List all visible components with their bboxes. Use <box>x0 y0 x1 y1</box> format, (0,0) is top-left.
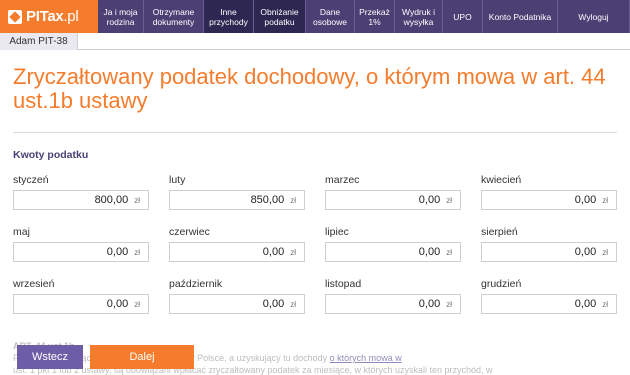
month-label: sierpień <box>481 226 518 238</box>
nav-item-otrzymane-dokumenty[interactable]: Otrzymane dokumenty <box>144 0 204 33</box>
amount-input-wrzesień[interactable]: 0,00 zł <box>13 294 149 314</box>
legal-text-line2: ust. 1 pkt 1 lub 2 ustawy, są obowiązani… <box>13 365 493 375</box>
month-field-grudzień: grudzień 0,00 zł <box>481 278 617 314</box>
amount-value: 0,00 <box>106 298 129 310</box>
amount-value: 850,00 <box>250 194 285 206</box>
amount-value: 0,00 <box>418 194 441 206</box>
amount-value: 0,00 <box>262 298 285 310</box>
user-tab-adam-pit38[interactable]: Adam PIT-38 <box>0 33 78 50</box>
month-field-listopad: listopad 0,00 zł <box>325 278 461 314</box>
currency-unit: zł <box>602 299 608 309</box>
currency-unit: zł <box>446 247 452 257</box>
user-tabs-bar: Adam PIT-38 <box>0 33 630 50</box>
month-field-marzec: marzec 0,00 zł <box>325 174 461 210</box>
amount-input-grudzień[interactable]: 0,00 zł <box>481 294 617 314</box>
amount-input-luty[interactable]: 850,00 zł <box>169 190 305 210</box>
month-label: listopad <box>325 278 362 290</box>
amount-value: 0,00 <box>574 246 597 258</box>
nav-item-wyloguj[interactable]: Wyloguj <box>558 0 630 33</box>
currency-unit: zł <box>290 299 296 309</box>
month-field-październik: październik 0,00 zł <box>169 278 305 314</box>
currency-unit: zł <box>134 195 140 205</box>
month-label: luty <box>169 174 186 186</box>
currency-unit: zł <box>446 195 452 205</box>
pitax-logo[interactable]: PITax.pl <box>0 0 98 33</box>
month-label: kwiecień <box>481 174 522 186</box>
amount-input-maj[interactable]: 0,00 zł <box>13 242 149 262</box>
amount-input-sierpień[interactable]: 0,00 zł <box>481 242 617 262</box>
amount-value: 0,00 <box>574 194 597 206</box>
month-row: styczeń 800,00 zł luty 850,00 zł marzec 0,00 zł k… <box>13 174 617 210</box>
logo-text: PITax.pl <box>26 8 79 25</box>
amount-input-lipiec[interactable]: 0,00 zł <box>325 242 461 262</box>
currency-unit: zł <box>290 195 296 205</box>
amount-value: 800,00 <box>94 194 129 206</box>
month-field-kwiecień: kwiecień 0,00 zł <box>481 174 617 210</box>
nav-item-konto-podatnika[interactable]: Konto Podatnika <box>483 0 558 33</box>
legal-link[interactable]: o których mowa w <box>330 353 402 363</box>
page-title: Zryczałtowany podatek dochodowy, o który… <box>13 64 606 113</box>
nav-item-obniżanie-podatku[interactable]: Obniżanie podatku <box>254 0 306 33</box>
currency-unit: zł <box>446 299 452 309</box>
amount-input-listopad[interactable]: 0,00 zł <box>325 294 461 314</box>
month-field-sierpień: sierpień 0,00 zł <box>481 226 617 262</box>
month-label: marzec <box>325 174 360 186</box>
month-label: październik <box>169 278 223 290</box>
amount-input-marzec[interactable]: 0,00 zł <box>325 190 461 210</box>
month-field-luty: luty 850,00 zł <box>169 174 305 210</box>
month-field-czerwiec: czerwiec 0,00 zł <box>169 226 305 262</box>
monthly-tax-amounts-grid: styczeń 800,00 zł luty 850,00 zł marzec 0,00 zł k… <box>13 174 617 330</box>
month-label: maj <box>13 226 30 238</box>
amount-value: 0,00 <box>262 246 285 258</box>
month-field-lipiec: lipiec 0,00 zł <box>325 226 461 262</box>
month-row: maj 0,00 zł czerwiec 0,00 zł lipiec 0,00 zł sierp… <box>13 226 617 262</box>
currency-unit: zł <box>134 247 140 257</box>
top-navigation-bar: PITax.pl Ja i moja rodzina Otrzymane doku… <box>0 0 630 33</box>
amount-input-październik[interactable]: 0,00 zł <box>169 294 305 314</box>
currency-unit: zł <box>290 247 296 257</box>
back-button[interactable]: Wstecz <box>17 345 83 369</box>
month-label: lipiec <box>325 226 349 238</box>
amount-value: 0,00 <box>106 246 129 258</box>
amount-input-styczeń[interactable]: 800,00 zł <box>13 190 149 210</box>
month-row: wrzesień 0,00 zł październik 0,00 zł listopad 0… <box>13 278 617 314</box>
main-menu: Ja i moja rodzina Otrzymane dokumenty Inne… <box>98 0 630 33</box>
month-field-styczeń: styczeń 800,00 zł <box>13 174 149 210</box>
month-field-wrzesień: wrzesień 0,00 zł <box>13 278 149 314</box>
next-button[interactable]: Dalej <box>90 345 194 369</box>
month-label: styczeń <box>13 174 49 186</box>
section-label-kwoty-podatku: Kwoty podatku <box>13 149 89 161</box>
month-label: grudzień <box>481 278 522 290</box>
amount-value: 0,00 <box>418 246 441 258</box>
amount-value: 0,00 <box>574 298 597 310</box>
nav-item-wydruk-i-wysyłka[interactable]: Wydruk i wysyłka <box>395 0 443 33</box>
amount-input-kwiecień[interactable]: 0,00 zł <box>481 190 617 210</box>
currency-unit: zł <box>602 195 608 205</box>
nav-item-dane-osobowe[interactable]: Dane osobowe <box>306 0 355 33</box>
currency-unit: zł <box>134 299 140 309</box>
nav-item-ja-i-moja-rodzina[interactable]: Ja i moja rodzina <box>98 0 144 33</box>
amount-input-czerwiec[interactable]: 0,00 zł <box>169 242 305 262</box>
currency-unit: zł <box>602 247 608 257</box>
logo-icon <box>8 9 22 24</box>
nav-item-przekaż-1-[interactable]: Przekaż 1% <box>355 0 395 33</box>
month-label: czerwiec <box>169 226 210 238</box>
divider <box>13 132 617 133</box>
nav-item-upo[interactable]: UPO <box>443 0 483 33</box>
nav-item-inne-przychody[interactable]: Inne przychody <box>204 0 254 33</box>
month-label: wrzesień <box>13 278 55 290</box>
month-field-maj: maj 0,00 zł <box>13 226 149 262</box>
amount-value: 0,00 <box>418 298 441 310</box>
